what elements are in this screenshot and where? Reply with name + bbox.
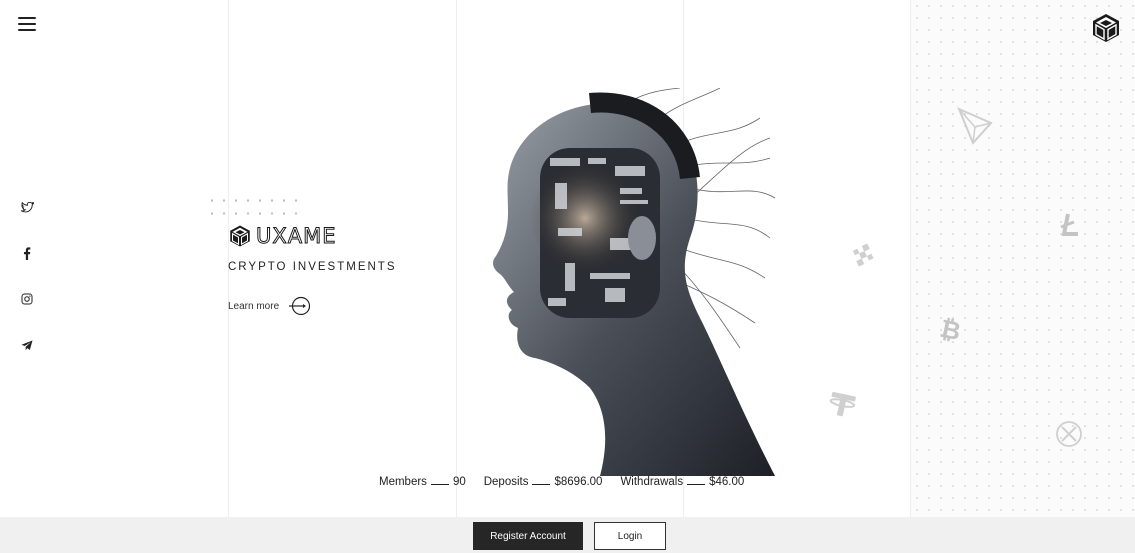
stat-deposits: Deposits $8696.00 xyxy=(484,476,603,488)
tether-icon xyxy=(829,391,857,417)
stat-withdrawals-value: $46.00 xyxy=(709,476,745,488)
brand-logo: UXAME xyxy=(228,224,337,249)
twitter-icon[interactable] xyxy=(18,198,36,216)
brand-tagline: CRYPTO INVESTMENTS xyxy=(228,261,397,273)
stat-deposits-label: Deposits xyxy=(483,476,529,488)
ripple-icon xyxy=(1056,421,1082,447)
hamburger-menu-icon[interactable] xyxy=(18,17,36,33)
instagram-icon[interactable] xyxy=(18,290,36,308)
arrow-circle-icon xyxy=(289,296,311,316)
litecoin-icon xyxy=(1060,213,1078,236)
stat-members-value: 90 xyxy=(452,476,466,488)
cube-logo-icon[interactable] xyxy=(1090,12,1122,44)
brand-name: UXAME xyxy=(256,224,337,249)
stat-deposits-value: $8696.00 xyxy=(554,476,603,488)
grid-line xyxy=(228,0,229,517)
ai-head-illustration xyxy=(493,88,776,476)
learn-more-label: Learn more xyxy=(228,300,280,312)
binance-icon xyxy=(852,243,874,267)
learn-more-link[interactable]: Learn more xyxy=(228,296,311,316)
facebook-icon[interactable] xyxy=(18,244,36,262)
register-account-button[interactable]: Register Account xyxy=(473,522,583,550)
stat-members-label: Members xyxy=(379,476,427,488)
stats-bar: Members 90 Deposits $8696.00 Withdrawals… xyxy=(379,476,744,488)
stat-withdrawals-label: Withdrawals xyxy=(620,476,684,488)
decorative-dot-grid xyxy=(206,194,298,220)
grid-line xyxy=(456,0,457,517)
dotted-background-panel xyxy=(911,0,1135,517)
login-button[interactable]: Login xyxy=(594,522,666,550)
cube-icon xyxy=(230,225,250,247)
telegram-icon[interactable] xyxy=(18,336,36,354)
stat-members: Members 90 xyxy=(379,476,466,488)
stat-withdrawals: Withdrawals $46.00 xyxy=(620,476,744,488)
tron-icon xyxy=(957,107,993,145)
